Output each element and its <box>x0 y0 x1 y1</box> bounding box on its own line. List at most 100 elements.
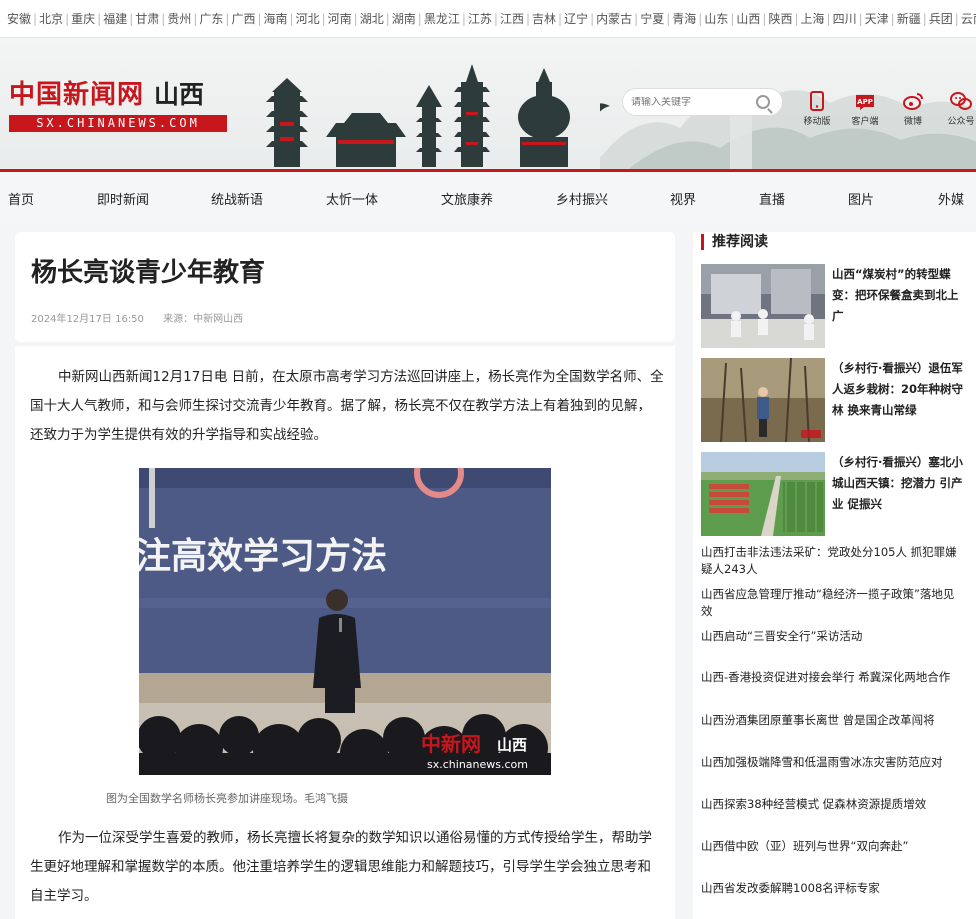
weibo-link[interactable]: 微博 <box>896 90 930 127</box>
article-paragraph-2: 作为一位深受学生喜爱的教师，杨长亮擅长将复杂的数学知识以通俗易懂的方式传授给学生… <box>30 830 652 904</box>
mobile-link[interactable]: 移动版 <box>800 90 834 127</box>
photo-watermark: 中新网 <box>421 732 481 756</box>
weibo-link-label: 微博 <box>903 117 922 127</box>
site-logo[interactable]: 中国新闻网 山西 SX.CHINANEWS.COM <box>9 74 229 132</box>
nav-item-live[interactable]: 直播 <box>759 189 785 208</box>
list-item[interactable]: 山西探索38种经营模式 促森林资源提质增效 <box>701 796 964 813</box>
province-link[interactable]: 上海 <box>801 10 825 27</box>
feature-item[interactable]: （乡村行·看振兴）塞北小城山西天镇：挖潜力 引产业 促振兴 <box>701 452 969 536</box>
feature-thumbnail[interactable] <box>701 264 825 348</box>
list-item[interactable]: 山西-香港投资促进对接会举行 希冀深化两地合作 <box>701 669 964 686</box>
province-separator: | <box>353 11 358 26</box>
province-link[interactable]: 河南 <box>328 10 352 27</box>
feature-thumbnail[interactable] <box>701 358 825 442</box>
site-header: 中国新闻网山西 SX.CHINANEWS.COM 移动版 APP 客户端 微博 … <box>0 38 976 172</box>
search-input[interactable] <box>631 96 751 108</box>
province-link[interactable]: 海南 <box>264 10 288 27</box>
province-link[interactable]: 江西 <box>500 10 524 27</box>
province-link[interactable]: 重庆 <box>71 10 95 27</box>
province-separator: | <box>161 11 166 26</box>
search-icon[interactable] <box>756 95 770 109</box>
province-separator: | <box>461 11 466 26</box>
svg-text:APP: APP <box>857 98 873 106</box>
province-link[interactable]: 江苏 <box>468 10 492 27</box>
province-separator: | <box>590 11 595 26</box>
article-photo[interactable]: 注高效学习方法 中新网 山西 sx.chinanews.com <box>139 468 551 775</box>
province-link[interactable]: 广东 <box>199 10 223 27</box>
feature-title[interactable]: 山西“煤炭村”的转型蝶变：把环保餐盒卖到北上广 <box>832 264 964 327</box>
list-item[interactable]: 山西省应急管理厅推动“稳经济一揽子政策”落地见效 <box>701 586 964 620</box>
province-separator: | <box>794 11 799 26</box>
sidebar-recommended: 推荐阅读 山西“煤炭村”的转型蝶变：把环保餐盒卖到北上广 （乡村行·看振兴）退伍… <box>693 232 976 919</box>
list-item[interactable]: 山西打击非法违法采矿：党政处分105人 抓犯罪嫌疑人243人 <box>701 544 964 578</box>
nav-item-taixin[interactable]: 太忻一体 <box>326 189 378 208</box>
province-bar: 安徽 | 北京 | 重庆 | 福建 | 甘肃 | 贵州 | 广东 | 广西 | 海南 | 河北 | 河南 | 湖北 | 湖南 | 黑… <box>0 0 976 38</box>
province-link[interactable]: 湖南 <box>392 10 416 27</box>
list-item[interactable]: 山西省发改委解聘1008名评标专家 <box>701 880 964 897</box>
nav-item-foreign-media[interactable]: 外媒 <box>938 189 964 208</box>
article-body: 中新网山西新闻12月17日电 日前，在太原市高考学习方法巡回讲座上，杨长亮作为全… <box>15 346 675 919</box>
province-link[interactable]: 甘肃 <box>135 10 159 27</box>
article-paragraph-1: 中新网山西新闻12月17日电 日前，在太原市高考学习方法巡回讲座上，杨长亮作为全… <box>30 369 664 443</box>
app-link-label: 客户端 <box>851 117 879 127</box>
province-link[interactable]: 贵州 <box>167 10 191 27</box>
province-link[interactable]: 内蒙古 <box>596 10 632 27</box>
province-link[interactable]: 陕西 <box>768 10 792 27</box>
article-source: 来源：中新网山西 <box>163 314 244 325</box>
province-link[interactable]: 山东 <box>704 10 728 27</box>
wechat-link[interactable]: 公众号 <box>944 90 976 127</box>
province-separator: | <box>129 11 134 26</box>
nav-item-photos[interactable]: 图片 <box>848 189 874 208</box>
province-link[interactable]: 吉林 <box>532 10 556 27</box>
list-item[interactable]: 山西启动“三晋安全行”采访活动 <box>701 628 964 645</box>
nav-item-vision[interactable]: 视界 <box>670 189 696 208</box>
feature-item[interactable]: 山西“煤炭村”的转型蝶变：把环保餐盒卖到北上广 <box>701 264 969 348</box>
province-link[interactable]: 北京 <box>39 10 63 27</box>
province-separator: | <box>193 11 198 26</box>
province-separator: | <box>321 11 326 26</box>
province-link[interactable]: 兵团 <box>929 10 953 27</box>
province-separator: | <box>257 11 262 26</box>
province-link[interactable]: 福建 <box>103 10 127 27</box>
province-link[interactable]: 四川 <box>833 10 857 27</box>
forest-photo <box>701 358 825 442</box>
province-separator: | <box>762 11 767 26</box>
app-link[interactable]: APP 客户端 <box>848 90 882 127</box>
province-link[interactable]: 广西 <box>231 10 255 27</box>
province-link[interactable]: 安徽 <box>7 10 31 27</box>
province-separator: | <box>97 11 102 26</box>
photo-caption: 图为全国数学名师杨长亮参加讲座现场。毛鸿飞摄 <box>106 792 348 805</box>
lecture-photo-illustration: 注高效学习方法 中新网 山西 sx.chinanews.com <box>139 468 551 775</box>
nav-item-home[interactable]: 首页 <box>8 189 34 208</box>
province-link[interactable]: 河北 <box>296 10 320 27</box>
nav-item-rural-revival[interactable]: 乡村振兴 <box>556 189 608 208</box>
article-meta: 2024年12月17日 16:50 来源：中新网山西 <box>31 310 259 325</box>
province-link[interactable]: 辽宁 <box>564 10 588 27</box>
skyline-illustration <box>266 64 570 167</box>
province-link[interactable]: 黑龙江 <box>424 10 460 27</box>
village-aerial-photo <box>701 452 825 536</box>
province-link[interactable]: 湖北 <box>360 10 384 27</box>
nav-item-culture-tourism[interactable]: 文旅康养 <box>441 189 493 208</box>
province-link[interactable]: 云南 <box>961 10 976 27</box>
list-item[interactable]: 山西加强极端降雪和低温雨雪冰冻灾害防范应对 <box>701 754 964 771</box>
nav-item-united-front[interactable]: 统战新语 <box>211 189 263 208</box>
nav-item-latest[interactable]: 即时新闻 <box>97 189 149 208</box>
article-title: 杨长亮谈青少年教育 <box>31 258 266 288</box>
province-separator: | <box>289 11 294 26</box>
province-link[interactable]: 宁夏 <box>640 10 664 27</box>
list-item[interactable]: 山西借中欧（亚）班列与世界“双向奔赴” <box>701 838 964 855</box>
slide-text: 注高效学习方法 <box>139 535 387 577</box>
factory-photo <box>701 264 825 348</box>
feature-thumbnail[interactable] <box>701 452 825 536</box>
province-link[interactable]: 新疆 <box>897 10 921 27</box>
province-link[interactable]: 山西 <box>736 10 760 27</box>
feature-title[interactable]: （乡村行·看振兴）退伍军人返乡栽树：20年种树守林 换来青山常绿 <box>832 358 964 421</box>
feature-title[interactable]: （乡村行·看振兴）塞北小城山西天镇：挖潜力 引产业 促振兴 <box>832 452 964 515</box>
weibo-icon <box>903 93 923 110</box>
province-link[interactable]: 天津 <box>865 10 889 27</box>
list-item[interactable]: 山西汾酒集团原董事长离世 曾是国企改革闯将 <box>701 712 964 729</box>
province-link[interactable]: 青海 <box>672 10 696 27</box>
province-separator: | <box>33 11 38 26</box>
feature-item[interactable]: （乡村行·看振兴）退伍军人返乡栽树：20年种树守林 换来青山常绿 <box>701 358 969 442</box>
